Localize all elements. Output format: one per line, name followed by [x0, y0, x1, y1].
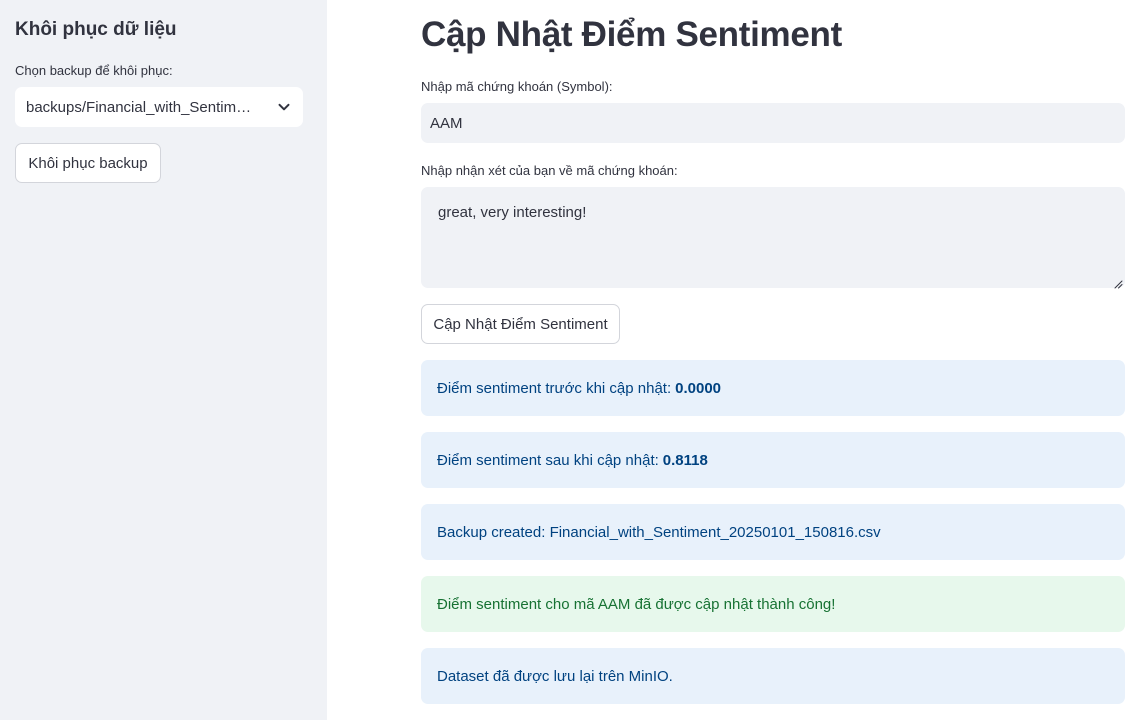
sentiment-before-value: 0.0000	[675, 379, 722, 397]
chevron-down-icon	[276, 99, 292, 115]
backup-select-value: backups/Financial_with_Sentim…	[26, 98, 252, 116]
dataset-saved-alert: Dataset đã được lưu lại trên MinIO.	[421, 648, 1125, 704]
backup-created-alert: Backup created: Financial_with_Sentiment…	[421, 504, 1125, 560]
sentiment-after-label: Điểm sentiment sau khi cập nhật:	[437, 451, 659, 469]
page-title: Cập Nhật Điểm Sentiment	[421, 15, 842, 54]
restore-backup-button[interactable]: Khôi phục backup	[15, 143, 161, 183]
main-content: Cập Nhật Điểm Sentiment Nhập mã chứng kh…	[327, 0, 1148, 720]
update-success-alert: Điểm sentiment cho mã AAM đã được cập nh…	[421, 576, 1125, 632]
resize-handle-icon[interactable]	[1114, 276, 1123, 289]
sentiment-before-label: Điểm sentiment trước khi cập nhật:	[437, 379, 672, 397]
backup-select-label: Chọn backup để khôi phục:	[15, 63, 173, 78]
sidebar-title: Khôi phục dữ liệu	[15, 19, 177, 40]
backup-created-text: Backup created: Financial_with_Sentiment…	[437, 523, 881, 541]
update-success-text: Điểm sentiment cho mã AAM đã được cập nh…	[437, 595, 836, 613]
sentiment-after-value: 0.8118	[662, 451, 708, 469]
sentiment-before-alert: Điểm sentiment trước khi cập nhật: 0.000…	[421, 360, 1125, 416]
symbol-label: Nhập mã chứng khoán (Symbol):	[421, 79, 613, 94]
backup-select[interactable]: backups/Financial_with_Sentim…	[15, 87, 303, 127]
dataset-saved-text: Dataset đã được lưu lại trên MinIO.	[437, 667, 673, 685]
sentiment-after-alert: Điểm sentiment sau khi cập nhật: 0.8118	[421, 432, 1125, 488]
app: Khôi phục dữ liệu Chọn backup để khôi ph…	[0, 0, 1148, 720]
symbol-input[interactable]	[421, 103, 1125, 143]
sidebar: Khôi phục dữ liệu Chọn backup để khôi ph…	[0, 0, 327, 720]
update-sentiment-button[interactable]: Cập Nhật Điểm Sentiment	[421, 304, 620, 344]
comment-textarea[interactable]: great, very interesting!	[421, 187, 1125, 288]
comment-label: Nhập nhận xét của bạn về mã chứng khoán:	[421, 163, 678, 178]
